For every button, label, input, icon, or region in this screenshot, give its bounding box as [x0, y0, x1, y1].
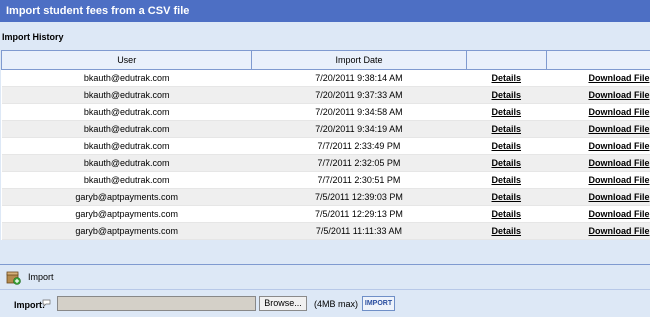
import-panel-title: Import: [28, 272, 54, 282]
import-box-icon: [6, 270, 21, 285]
cell-user: bkauth@edutrak.com: [2, 104, 252, 121]
table-row: bkauth@edutrak.com 7/7/2011 2:33:49 PM D…: [2, 138, 650, 155]
table-row: bkauth@edutrak.com 7/20/2011 9:37:33 AM …: [2, 87, 650, 104]
table-row: bkauth@edutrak.com 7/20/2011 9:34:19 AM …: [2, 121, 650, 138]
download-file-link[interactable]: Download File: [588, 107, 649, 117]
table-row: bkauth@edutrak.com 7/7/2011 2:30:51 PM D…: [2, 172, 650, 189]
details-link[interactable]: Details: [492, 141, 522, 151]
import-history-label: Import History: [2, 32, 64, 42]
cell-import-date: 7/5/2011 11:11:33 AM: [252, 223, 466, 240]
download-file-link[interactable]: Download File: [588, 226, 649, 236]
download-file-link[interactable]: Download File: [588, 192, 649, 202]
cell-user: bkauth@edutrak.com: [2, 70, 252, 87]
details-link[interactable]: Details: [492, 192, 522, 202]
cell-import-date: 7/7/2011 2:33:49 PM: [252, 138, 466, 155]
details-link[interactable]: Details: [492, 73, 522, 83]
page-title-bar: Import student fees from a CSV file: [0, 0, 650, 22]
import-field-label: Import:: [14, 300, 45, 310]
page-title: Import student fees from a CSV file: [0, 5, 189, 17]
details-link[interactable]: Details: [492, 209, 522, 219]
cell-import-date: 7/5/2011 12:39:03 PM: [252, 189, 466, 206]
column-header-user: User: [2, 51, 252, 70]
details-link[interactable]: Details: [492, 90, 522, 100]
table-row: garyb@aptpayments.com 7/5/2011 11:11:33 …: [2, 223, 650, 240]
browse-button[interactable]: Browse...: [259, 296, 307, 311]
table-row: garyb@aptpayments.com 7/5/2011 12:29:13 …: [2, 206, 650, 223]
table-row: bkauth@edutrak.com 7/20/2011 9:34:58 AM …: [2, 104, 650, 121]
import-history-table: User Import Date bkauth@edutrak.com 7/20…: [1, 50, 650, 240]
cell-import-date: 7/7/2011 2:30:51 PM: [252, 172, 466, 189]
cell-user: bkauth@edutrak.com: [2, 138, 252, 155]
download-file-link[interactable]: Download File: [588, 175, 649, 185]
column-header-download: [546, 51, 650, 70]
cell-user: bkauth@edutrak.com: [2, 87, 252, 104]
download-file-link[interactable]: Download File: [588, 73, 649, 83]
download-file-link[interactable]: Download File: [588, 209, 649, 219]
table-header-row: User Import Date: [2, 51, 650, 70]
details-link[interactable]: Details: [492, 107, 522, 117]
cell-import-date: 7/20/2011 9:34:19 AM: [252, 121, 466, 138]
import-button[interactable]: IMPORT: [362, 296, 395, 311]
download-file-link[interactable]: Download File: [588, 141, 649, 151]
max-size-label: (4MB max): [314, 299, 358, 309]
details-link[interactable]: Details: [492, 124, 522, 134]
details-link[interactable]: Details: [492, 158, 522, 168]
cell-import-date: 7/20/2011 9:38:14 AM: [252, 70, 466, 87]
download-file-link[interactable]: Download File: [588, 158, 649, 168]
speech-bubble-help-icon[interactable]: [42, 299, 51, 307]
cell-user: bkauth@edutrak.com: [2, 155, 252, 172]
table-row: bkauth@edutrak.com 7/20/2011 9:38:14 AM …: [2, 70, 650, 87]
cell-user: garyb@aptpayments.com: [2, 206, 252, 223]
cell-import-date: 7/20/2011 9:37:33 AM: [252, 87, 466, 104]
cell-user: garyb@aptpayments.com: [2, 189, 252, 206]
details-link[interactable]: Details: [492, 175, 522, 185]
cell-user: garyb@aptpayments.com: [2, 223, 252, 240]
column-header-details: [466, 51, 546, 70]
import-panel: Import Import: Browse... (4MB max) IMPOR…: [0, 264, 650, 317]
import-file-input[interactable]: [57, 296, 256, 311]
cell-import-date: 7/7/2011 2:32:05 PM: [252, 155, 466, 172]
column-header-import-date: Import Date: [252, 51, 466, 70]
cell-user: bkauth@edutrak.com: [2, 121, 252, 138]
table-row: garyb@aptpayments.com 7/5/2011 12:39:03 …: [2, 189, 650, 206]
import-panel-header: Import: [0, 265, 650, 290]
table-row: bkauth@edutrak.com 7/7/2011 2:32:05 PM D…: [2, 155, 650, 172]
download-file-link[interactable]: Download File: [588, 124, 649, 134]
download-file-link[interactable]: Download File: [588, 90, 649, 100]
details-link[interactable]: Details: [492, 226, 522, 236]
cell-import-date: 7/5/2011 12:29:13 PM: [252, 206, 466, 223]
cell-import-date: 7/20/2011 9:34:58 AM: [252, 104, 466, 121]
cell-user: bkauth@edutrak.com: [2, 172, 252, 189]
